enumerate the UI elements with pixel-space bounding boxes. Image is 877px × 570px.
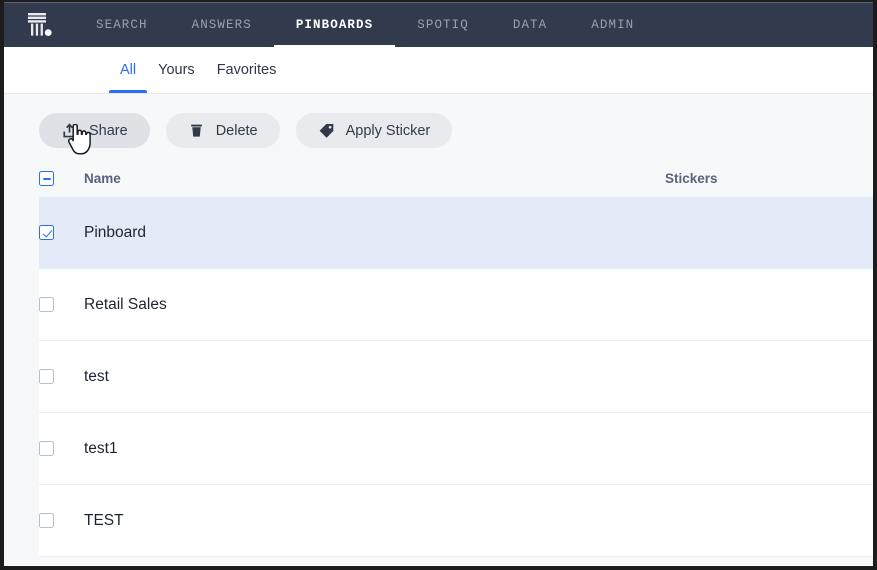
- row-name[interactable]: test1: [84, 440, 665, 458]
- row-checkbox[interactable]: [39, 225, 54, 240]
- row-checkbox[interactable]: [39, 369, 54, 384]
- row-name[interactable]: Pinboard: [84, 224, 665, 242]
- nav-item-admin[interactable]: ADMIN: [569, 3, 656, 47]
- nav-item-label: ANSWERS: [192, 18, 252, 32]
- tab-label: Yours: [158, 62, 195, 78]
- share-upload-icon: [61, 122, 78, 139]
- row-select-cell: [39, 225, 84, 240]
- row-checkbox[interactable]: [39, 441, 54, 456]
- select-all-cell: [39, 171, 84, 186]
- tab-yours[interactable]: Yours: [147, 47, 206, 93]
- column-header-name[interactable]: Name: [84, 171, 665, 186]
- left-gutter: [4, 94, 39, 565]
- content-area: Share Delete: [4, 94, 873, 565]
- tab-label: All: [120, 62, 136, 78]
- tab-all[interactable]: All: [109, 47, 147, 93]
- nav-item-label: SEARCH: [96, 18, 148, 32]
- delete-button-label: Delete: [216, 123, 258, 139]
- row-select-cell: [39, 297, 84, 312]
- trash-icon: [188, 122, 205, 139]
- nav-item-search[interactable]: SEARCH: [74, 3, 170, 47]
- nav-item-label: PINBOARDS: [296, 18, 373, 32]
- row-checkbox[interactable]: [39, 297, 54, 312]
- nav-item-spotiq[interactable]: SPOTIQ: [395, 3, 491, 47]
- pinboards-list-panel: Share Delete: [39, 94, 873, 565]
- row-name[interactable]: Retail Sales: [84, 296, 665, 314]
- table-header-row: Name Stickers: [39, 159, 873, 197]
- apply-sticker-button[interactable]: Apply Sticker: [296, 113, 453, 148]
- nav-item-list: SEARCH ANSWERS PINBOARDS SPOTIQ DATA ADM…: [74, 3, 656, 47]
- apply-sticker-button-label: Apply Sticker: [346, 123, 431, 139]
- nav-item-pinboards[interactable]: PINBOARDS: [274, 3, 395, 47]
- nav-item-label: DATA: [513, 18, 547, 32]
- pinboard-list: Pinboard Retail Sales: [39, 197, 873, 557]
- nav-item-data[interactable]: DATA: [491, 3, 569, 47]
- select-all-checkbox[interactable]: [39, 171, 54, 186]
- share-button[interactable]: Share: [39, 113, 150, 148]
- row-checkbox[interactable]: [39, 513, 54, 528]
- nav-item-label: SPOTIQ: [417, 18, 469, 32]
- delete-button[interactable]: Delete: [166, 113, 280, 148]
- table-row[interactable]: TEST: [39, 485, 873, 557]
- row-name[interactable]: TEST: [84, 512, 665, 530]
- tag-icon: [318, 122, 335, 139]
- bulk-action-toolbar: Share Delete: [39, 94, 873, 159]
- tab-label: Favorites: [217, 62, 277, 78]
- application-window: SEARCH ANSWERS PINBOARDS SPOTIQ DATA ADM…: [0, 0, 877, 570]
- primary-navigation-bar: SEARCH ANSWERS PINBOARDS SPOTIQ DATA ADM…: [4, 2, 873, 47]
- table-row[interactable]: Retail Sales: [39, 269, 873, 341]
- table-row[interactable]: Pinboard: [39, 197, 873, 269]
- share-button-label: Share: [89, 123, 128, 139]
- window-body: SEARCH ANSWERS PINBOARDS SPOTIQ DATA ADM…: [4, 2, 873, 566]
- row-name[interactable]: test: [84, 368, 665, 386]
- tab-favorites[interactable]: Favorites: [206, 47, 288, 93]
- nav-item-answers[interactable]: ANSWERS: [170, 3, 274, 47]
- column-header-stickers[interactable]: Stickers: [665, 171, 873, 186]
- table-row[interactable]: test1: [39, 413, 873, 485]
- row-select-cell: [39, 513, 84, 528]
- row-select-cell: [39, 441, 84, 456]
- nav-item-label: ADMIN: [591, 18, 634, 32]
- row-select-cell: [39, 369, 84, 384]
- table-row[interactable]: test: [39, 341, 873, 413]
- thoughtspot-logo[interactable]: [4, 3, 74, 47]
- secondary-tab-bar: All Yours Favorites: [4, 47, 873, 94]
